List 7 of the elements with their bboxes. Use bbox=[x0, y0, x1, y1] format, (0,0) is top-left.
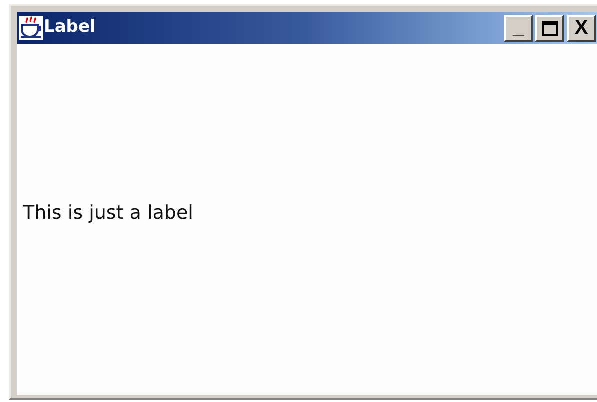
text-label: This is just a label bbox=[23, 201, 194, 226]
coffee-cup-icon bbox=[19, 16, 43, 40]
window-title: Label bbox=[44, 16, 96, 40]
close-button[interactable]: X bbox=[567, 14, 596, 42]
minimize-button[interactable]: _ bbox=[504, 14, 533, 42]
maximize-icon bbox=[542, 20, 558, 36]
maximize-button[interactable] bbox=[535, 14, 564, 42]
